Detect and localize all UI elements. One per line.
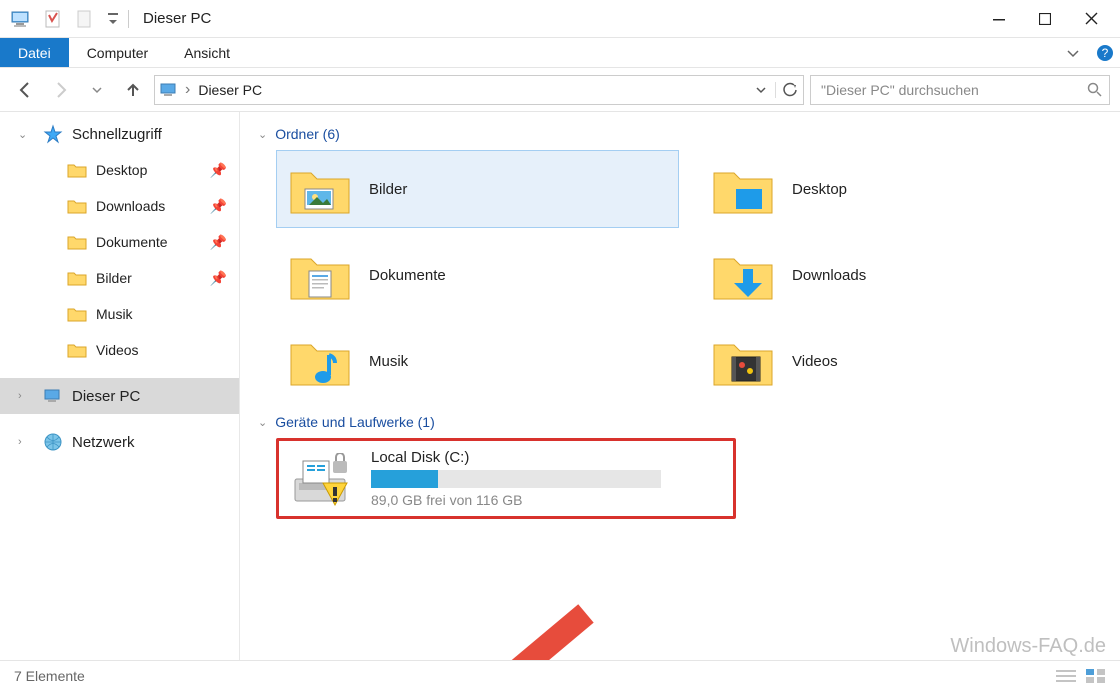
search-icon[interactable] xyxy=(1087,82,1103,98)
pin-icon: 📌 xyxy=(210,234,227,251)
up-button[interactable] xyxy=(118,75,148,105)
star-icon xyxy=(42,123,64,145)
sidebar-label: Dieser PC xyxy=(72,388,140,405)
sidebar-quickaccess[interactable]: ⌄ Schnellzugriff xyxy=(0,116,239,152)
folder-item-desktop[interactable]: Desktop xyxy=(699,150,1102,228)
drive-free-text: 89,0 GB frei von 116 GB xyxy=(371,492,661,508)
title-bar: Dieser PC xyxy=(0,0,1120,38)
videos-folder-icon xyxy=(710,331,776,391)
computer-icon xyxy=(155,80,183,100)
sidebar-label: Netzwerk xyxy=(72,434,135,451)
search-placeholder: "Dieser PC" durchsuchen xyxy=(821,82,979,98)
tab-computer[interactable]: Computer xyxy=(69,38,166,67)
sidebar-item-music[interactable]: Musik xyxy=(0,296,239,332)
separator xyxy=(128,10,129,28)
group-header-folders[interactable]: ⌄ Ordner (6) xyxy=(258,126,1102,142)
folder-item-downloads[interactable]: Downloads xyxy=(699,236,1102,314)
tiles-view-button[interactable] xyxy=(1086,668,1106,684)
address-dropdown-icon[interactable] xyxy=(747,84,775,96)
close-button[interactable] xyxy=(1068,0,1114,38)
expand-icon[interactable]: ⌄ xyxy=(18,128,27,141)
back-button[interactable] xyxy=(10,75,40,105)
music-folder-icon xyxy=(287,331,353,391)
forward-button[interactable] xyxy=(46,75,76,105)
folder-icon xyxy=(66,267,88,289)
search-input[interactable]: "Dieser PC" durchsuchen xyxy=(810,75,1110,105)
sidebar-label: Schnellzugriff xyxy=(72,126,162,143)
refresh-button[interactable] xyxy=(775,82,803,98)
folder-icon xyxy=(66,195,88,217)
annotation-arrow xyxy=(360,532,660,660)
folder-item-musik[interactable]: Musik xyxy=(276,322,679,400)
sidebar-item-pictures[interactable]: Bilder📌 xyxy=(0,260,239,296)
pin-icon: 📌 xyxy=(210,270,227,287)
tab-datei[interactable]: Datei xyxy=(0,38,69,67)
recent-dropdown[interactable] xyxy=(82,75,112,105)
qat-dropdown-icon[interactable] xyxy=(106,8,120,30)
status-count: 7 Elemente xyxy=(14,668,85,684)
network-icon xyxy=(42,431,64,453)
quick-access-toolbar xyxy=(10,8,124,30)
page-icon[interactable] xyxy=(74,8,96,30)
breadcrumb-this-pc[interactable]: Dieser PC xyxy=(192,82,268,98)
details-view-button[interactable] xyxy=(1056,668,1076,684)
tab-ansicht[interactable]: Ansicht xyxy=(166,38,248,67)
chevron-right-icon[interactable]: › xyxy=(183,81,192,99)
drive-name: Local Disk (C:) xyxy=(371,449,661,466)
minimize-button[interactable] xyxy=(976,0,1022,38)
sidebar-item-downloads[interactable]: Downloads📌 xyxy=(0,188,239,224)
group-header-drives[interactable]: ⌄ Geräte und Laufwerke (1) xyxy=(258,414,1102,430)
ribbon-collapse-icon[interactable] xyxy=(1056,38,1090,67)
documents-folder-icon xyxy=(287,245,353,305)
sidebar-item-videos[interactable]: Videos xyxy=(0,332,239,368)
folder-icon xyxy=(66,159,88,181)
content-pane: ⌄ Ordner (6) Bilder Desktop Dokumente Do… xyxy=(240,112,1120,660)
navigation-pane: ⌄ Schnellzugriff Desktop📌 Downloads📌 Dok… xyxy=(0,112,240,660)
folder-icon xyxy=(66,231,88,253)
svg-text:?: ? xyxy=(1102,46,1109,60)
sidebar-network[interactable]: › Netzwerk xyxy=(0,424,239,460)
folder-icon xyxy=(66,303,88,325)
help-button[interactable]: ? xyxy=(1090,38,1120,67)
properties-icon[interactable] xyxy=(42,8,64,30)
status-bar: 7 Elemente xyxy=(0,660,1120,690)
navigation-bar: › Dieser PC "Dieser PC" durchsuchen xyxy=(0,68,1120,112)
chevron-down-icon[interactable]: ⌄ xyxy=(258,128,267,141)
ribbon-tabs: Datei Computer Ansicht ? xyxy=(0,38,1120,68)
computer-icon xyxy=(42,385,64,407)
maximize-button[interactable] xyxy=(1022,0,1068,38)
sidebar-this-pc[interactable]: › Dieser PC xyxy=(0,378,239,414)
drive-usage-bar xyxy=(371,470,661,488)
folder-icon xyxy=(66,339,88,361)
folder-item-videos[interactable]: Videos xyxy=(699,322,1102,400)
window-title: Dieser PC xyxy=(143,10,211,27)
expand-icon[interactable]: › xyxy=(18,436,22,448)
pin-icon: 📌 xyxy=(210,162,227,179)
downloads-folder-icon xyxy=(710,245,776,305)
drive-icon xyxy=(289,453,359,505)
computer-icon xyxy=(10,8,32,30)
pictures-folder-icon xyxy=(287,159,353,219)
folder-item-bilder[interactable]: Bilder xyxy=(276,150,679,228)
folder-item-dokumente[interactable]: Dokumente xyxy=(276,236,679,314)
desktop-folder-icon xyxy=(710,159,776,219)
chevron-down-icon[interactable]: ⌄ xyxy=(258,416,267,429)
address-bar[interactable]: › Dieser PC xyxy=(154,75,804,105)
pin-icon: 📌 xyxy=(210,198,227,215)
drive-item-localdisk-c[interactable]: Local Disk (C:) 89,0 GB frei von 116 GB xyxy=(276,438,736,519)
sidebar-item-documents[interactable]: Dokumente📌 xyxy=(0,224,239,260)
sidebar-item-desktop[interactable]: Desktop📌 xyxy=(0,152,239,188)
expand-icon[interactable]: › xyxy=(18,390,22,402)
